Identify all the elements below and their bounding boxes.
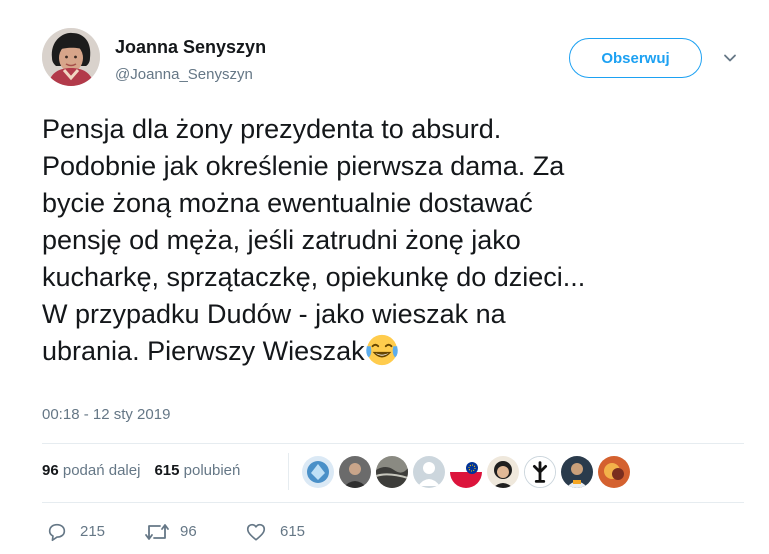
author-name[interactable]: Joanna Senyszyn xyxy=(115,37,266,58)
reply-count: 215 xyxy=(80,523,106,540)
liker-avatar[interactable] xyxy=(339,456,371,488)
liker-avatar[interactable] xyxy=(376,456,408,488)
retweet-count: 96 xyxy=(180,523,197,540)
heart-icon xyxy=(246,523,266,541)
tweet-header: Joanna Senyszyn @Joanna_Senyszyn Obserwu… xyxy=(42,28,752,92)
liker-avatar[interactable] xyxy=(302,456,334,488)
reply-icon xyxy=(48,523,66,542)
likes-label: polubień xyxy=(183,462,241,479)
engagement-stats: 96 podań dalej 615 polubień xyxy=(42,462,240,479)
liker-avatar[interactable] xyxy=(598,456,630,488)
author-handle[interactable]: @Joanna_Senyszyn xyxy=(115,66,253,83)
retweets-label: podań dalej xyxy=(62,462,141,479)
liker-avatar[interactable] xyxy=(524,456,556,488)
tweet-line: Podobnie jak określenie pierwsza dama. Z… xyxy=(42,151,565,181)
tweet-text: Pensja dla żony prezydenta to absurd. Po… xyxy=(42,111,742,370)
liker-avatar[interactable] xyxy=(487,456,519,488)
likes-stat[interactable]: 615 polubień xyxy=(154,462,240,479)
divider xyxy=(42,502,744,503)
likes-count: 615 xyxy=(154,462,180,479)
liker-avatar[interactable] xyxy=(561,456,593,488)
face-with-tears-of-joy-icon xyxy=(365,334,398,366)
tweet-timestamp[interactable]: 00:18 - 12 sty 2019 xyxy=(42,406,170,423)
retweets-count: 96 xyxy=(42,462,59,479)
author-avatar[interactable] xyxy=(42,28,100,86)
tweet-line: kucharkę, sprzątaczkę, opiekunkę do dzie… xyxy=(42,262,586,292)
caret-down-icon[interactable] xyxy=(722,50,738,66)
retweet-button[interactable]: 96 xyxy=(144,520,214,546)
follow-button[interactable]: Obserwuj xyxy=(569,38,702,78)
retweets-stat[interactable]: 96 podań dalej xyxy=(42,462,140,479)
reply-button[interactable]: 215 xyxy=(46,520,116,546)
retweet-icon xyxy=(145,524,169,540)
divider xyxy=(42,443,744,444)
tweet-line: pensję od męża, jeśli zatrudni żonę jako xyxy=(42,225,521,255)
tweet-line: Pensja dla żony prezydenta to absurd. xyxy=(42,114,502,144)
tweet-line: ubrania. Pierwszy Wieszak xyxy=(42,336,365,366)
liker-avatar[interactable] xyxy=(413,456,445,488)
tweet-line: W przypadku Dudów - jako wieszak na xyxy=(42,299,506,329)
like-count: 615 xyxy=(280,523,306,540)
tweet-line: bycie żoną można ewentualnie dostawać xyxy=(42,188,533,218)
liker-avatar[interactable] xyxy=(450,456,482,488)
stats-separator xyxy=(288,453,289,490)
like-button[interactable]: 615 xyxy=(245,520,315,546)
